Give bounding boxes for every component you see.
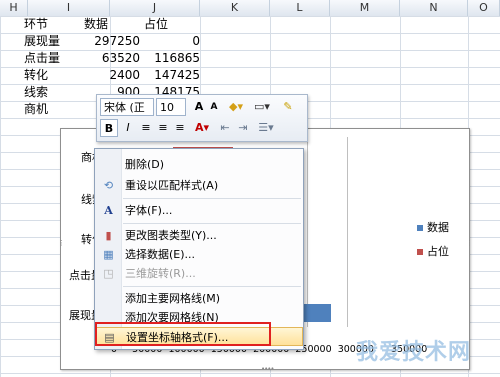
cell-h5[interactable]: 线索 — [24, 84, 48, 101]
resize-handle-bottom[interactable]: •••• — [261, 365, 274, 373]
menu-item-label: 重设以匹配样式(A) — [125, 179, 219, 192]
resize-handle-right[interactable]: ⋮ — [466, 239, 473, 247]
menu-item-label: 更改图表类型(Y)... — [125, 229, 217, 242]
legend-label-data: 数据 — [427, 221, 449, 234]
column-headers: H I J K L M N O — [0, 0, 500, 17]
cell-i3[interactable]: 63520 — [84, 50, 140, 67]
col-header-n[interactable]: N — [400, 0, 468, 16]
cell-h3[interactable]: 点击量 — [24, 50, 60, 67]
watermark-text: 我爱技术网 — [356, 340, 472, 365]
bullets-icon[interactable]: ☰▾ — [255, 119, 277, 137]
menu-item-label: 三维旋转(R)... — [125, 267, 196, 280]
col-header-h[interactable]: H — [0, 0, 28, 16]
font-color-icon[interactable]: A▾ — [191, 119, 213, 137]
font-name-select[interactable]: 宋体 (正文 — [100, 98, 154, 132]
cell-j2[interactable]: 0 — [144, 33, 200, 50]
menu-item-label: 删除(D) — [125, 158, 165, 171]
menu-item-label: 添加主要网格线(M) — [125, 292, 221, 305]
font-icon: A — [104, 204, 113, 217]
context-menu: 删除(D) ⟲ 重设以匹配样式(A) A 字体(F)... ▮ 更改图表类型(Y… — [94, 148, 304, 350]
format-painter-icon[interactable]: ✎ — [279, 98, 297, 116]
cell-h4[interactable]: 转化 — [24, 67, 48, 84]
legend-label-placeholder: 占位 — [427, 245, 449, 258]
col-header-j[interactable]: J — [110, 0, 200, 16]
resize-handle-left[interactable]: ⋮ — [58, 239, 65, 247]
gridline — [347, 137, 348, 327]
cell-j4[interactable]: 147425 — [144, 67, 200, 84]
menu-item-reset-style[interactable]: ⟲ 重设以匹配样式(A) — [95, 176, 303, 195]
col-header-k[interactable]: K — [200, 0, 270, 16]
col-header-m[interactable]: M — [330, 0, 400, 16]
italic-button[interactable]: I — [120, 119, 136, 137]
3d-rotate-icon: ◳ — [103, 267, 114, 280]
legend-swatch-data — [417, 225, 423, 231]
col-header-l[interactable]: L — [270, 0, 330, 16]
menu-item-select-data[interactable]: ▦ 选择数据(E)... — [95, 245, 303, 264]
legend-swatch-placeholder — [417, 249, 423, 255]
menu-item-font[interactable]: A 字体(F)... — [95, 201, 303, 220]
cell-h1[interactable]: 环节 — [24, 16, 48, 33]
grow-font-button[interactable]: A — [191, 98, 207, 116]
chart-legend[interactable]: 数据 占位 — [417, 219, 461, 259]
cell-i1[interactable]: 数据 — [84, 16, 108, 33]
bold-button[interactable]: B — [100, 119, 118, 137]
shrink-font-button[interactable]: A — [207, 98, 221, 116]
col-header-i[interactable]: I — [28, 0, 110, 16]
menu-item-label: 字体(F)... — [125, 204, 173, 217]
menu-item-delete[interactable]: 删除(D) — [95, 155, 303, 174]
highlight-box — [95, 322, 271, 346]
cell-i4[interactable]: 2400 — [84, 67, 140, 84]
align-left-icon[interactable]: ≡ — [138, 119, 154, 137]
cell-h2[interactable]: 展现量 — [24, 33, 60, 50]
fill-color-icon[interactable]: ◆▾ — [225, 98, 247, 116]
gridline — [307, 137, 308, 327]
select-data-icon: ▦ — [103, 248, 114, 261]
align-right-icon[interactable]: ≡ — [172, 119, 188, 137]
reset-style-icon: ⟲ — [103, 179, 114, 192]
cell-i2[interactable]: 297250 — [84, 33, 140, 50]
cell-j1[interactable]: 占位 — [144, 16, 168, 33]
cell-j3[interactable]: 116865 — [144, 50, 200, 67]
align-center-icon[interactable]: ≡ — [155, 119, 171, 137]
font-size-select[interactable]: 10 — [156, 98, 186, 116]
decrease-indent-icon[interactable]: ⇤ — [217, 119, 233, 137]
watermark-logo: 我爱技术网 — [342, 332, 492, 368]
menu-item-change-chart-type[interactable]: ▮ 更改图表类型(Y)... — [95, 226, 303, 245]
increase-indent-icon[interactable]: ⇥ — [235, 119, 251, 137]
mini-toolbar: 宋体 (正文 10 A A ◆▾ ▭▾ ✎ B I ≡ ≡ ≡ A▾ ⇤ ⇥ ☰… — [96, 94, 308, 142]
menu-item-3d-rotation: ◳ 三维旋转(R)... — [95, 264, 303, 283]
menu-item-add-major-gridlines[interactable]: 添加主要网格线(M) — [95, 289, 303, 308]
col-header-o[interactable]: O — [468, 0, 500, 16]
bar-data-zhanxianliang[interactable] — [301, 304, 331, 322]
line-color-icon[interactable]: ▭▾ — [251, 98, 273, 116]
cell-h6[interactable]: 商机 — [24, 101, 48, 118]
menu-item-label: 选择数据(E)... — [125, 248, 196, 261]
chart-type-icon: ▮ — [105, 229, 112, 242]
